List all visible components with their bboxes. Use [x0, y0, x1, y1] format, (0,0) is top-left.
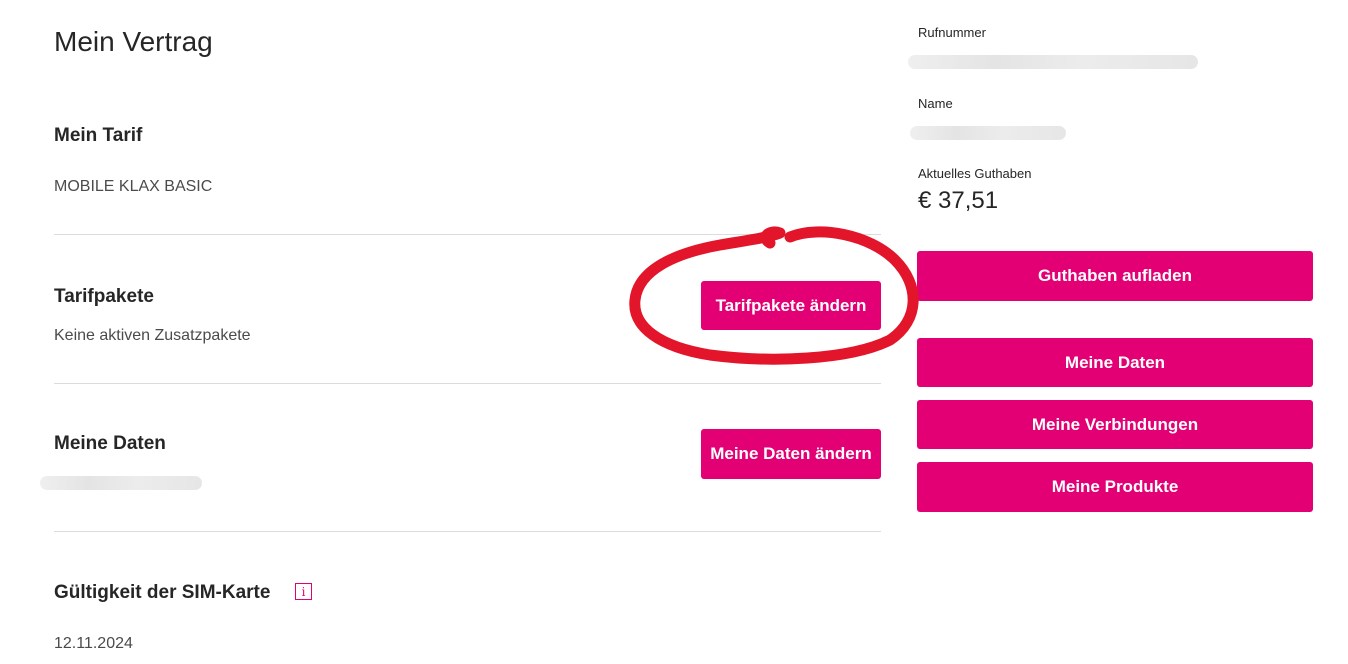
- sim-heading: Gültigkeit der SIM-Karte: [54, 582, 271, 603]
- meine-produkte-button[interactable]: Meine Produkte: [917, 462, 1313, 512]
- divider: [54, 234, 881, 235]
- guthaben-value: € 37,51: [918, 187, 999, 214]
- meine-verbindungen-button[interactable]: Meine Verbindungen: [917, 400, 1313, 449]
- page-title: Mein Vertrag: [54, 26, 213, 57]
- guthaben-label: Aktuelles Guthaben: [918, 166, 1032, 181]
- rufnummer-label: Rufnummer: [918, 25, 986, 40]
- guthaben-aufladen-button[interactable]: Guthaben aufladen: [917, 251, 1313, 301]
- redacted-name: [40, 476, 202, 490]
- tarif-heading: Mein Tarif: [54, 125, 143, 146]
- name-label: Name: [918, 96, 953, 111]
- tarif-value: MOBILE KLAX BASIC: [54, 178, 213, 195]
- info-icon[interactable]: i: [295, 583, 312, 600]
- redacted-name: [910, 126, 1066, 140]
- contract-page: Mein Vertrag Mein Tarif MOBILE KLAX BASI…: [0, 0, 1348, 664]
- meine-daten-heading: Meine Daten: [54, 433, 166, 454]
- tarifpakete-value: Keine aktiven Zusatzpakete: [54, 327, 251, 344]
- divider: [54, 383, 881, 384]
- sim-validity-date: 12.11.2024: [54, 635, 133, 652]
- meine-daten-button[interactable]: Meine Daten: [917, 338, 1313, 387]
- tarifpakete-heading: Tarifpakete: [54, 286, 154, 307]
- divider: [54, 531, 881, 532]
- tarifpakete-aendern-button[interactable]: Tarifpakete ändern: [701, 281, 881, 330]
- redacted-phone-number: [908, 55, 1198, 69]
- meine-daten-aendern-button[interactable]: Meine Daten ändern: [701, 429, 881, 479]
